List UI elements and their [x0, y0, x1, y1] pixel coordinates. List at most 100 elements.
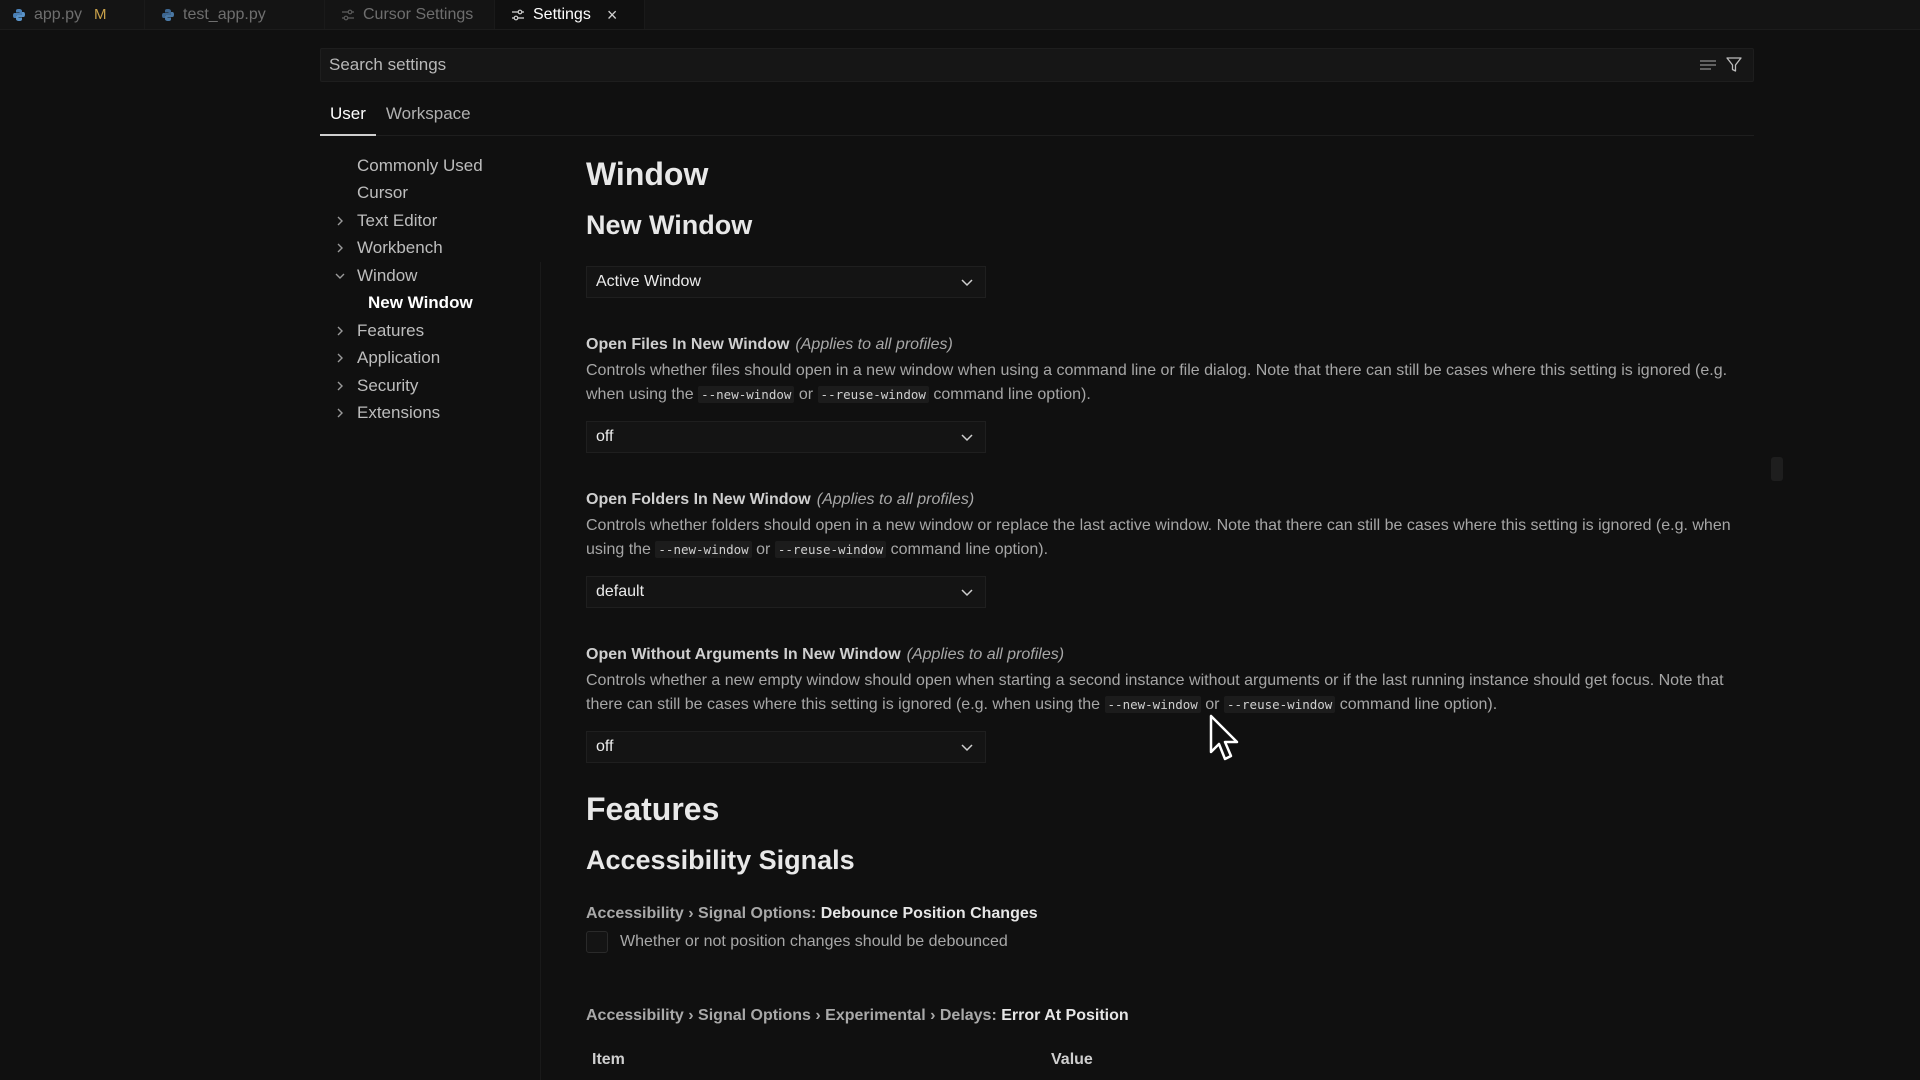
toc-item-cursor[interactable]: Cursor — [330, 180, 540, 208]
setting-title-text: Open Without Arguments In New Window — [586, 646, 901, 663]
open-files-select[interactable]: off — [586, 421, 986, 453]
toc-item-commonly-used[interactable]: Commonly Used — [330, 152, 540, 180]
toc-label: Features — [357, 320, 425, 340]
settings-scope-tabs: User Workspace — [320, 100, 1754, 136]
settings-sliders-icon — [511, 8, 525, 22]
active-window-select[interactable]: Active Window — [586, 266, 986, 298]
checkbox-label: Whether or not position changes should b… — [620, 933, 1008, 950]
chevron-down-icon — [330, 271, 350, 281]
filter-icon[interactable] — [1723, 54, 1745, 76]
toc-item-extensions[interactable]: Extensions — [330, 400, 540, 428]
setting-title: Open Files In New Window (Applies to all … — [586, 336, 1756, 354]
setting-error-at-position-delay: Accessibility › Signal Options › Experim… — [586, 1007, 1756, 1069]
chevron-right-icon — [330, 352, 350, 364]
setting-breadcrumb: Accessibility › Signal Options › Experim… — [586, 1007, 1756, 1025]
tab-label: test_app.py — [183, 5, 266, 23]
setting-title: Open Folders In New Window (Applies to al… — [586, 491, 1756, 509]
desc-text: command line option). — [933, 386, 1091, 403]
crumb-leaf: Error At Position — [1001, 1007, 1129, 1024]
python-icon — [12, 8, 26, 22]
settings-toc: Commonly Used Cursor Text Editor Workben… — [330, 152, 540, 427]
chevron-right-icon — [330, 407, 350, 419]
tab-label: app.py — [34, 5, 83, 23]
modified-badge: M — [94, 6, 107, 23]
table-header: Item Value — [586, 1051, 1756, 1069]
tab-settings[interactable]: Settings × — [495, 0, 645, 29]
crumb-path: Accessibility › Signal Options: — [586, 905, 817, 922]
tab-workspace[interactable]: Workspace — [376, 100, 481, 136]
setting-open-without-arguments: Open Without Arguments In New Window (App… — [586, 646, 1756, 763]
chevron-down-icon — [959, 274, 975, 290]
chevron-down-icon — [959, 739, 975, 755]
code-new-window: --new-window — [655, 541, 752, 558]
toc-label: Window — [357, 265, 418, 285]
python-icon — [161, 8, 175, 22]
settings-content: Window New Window Active Window Open Fil… — [586, 150, 1756, 1069]
setting-description: Controls whether folders should open in … — [586, 514, 1746, 562]
desc-or: or — [756, 541, 771, 558]
chevron-right-icon — [330, 325, 350, 337]
column-header-item: Item — [592, 1051, 625, 1068]
chevron-right-icon — [330, 242, 350, 254]
desc-text: command line option). — [1339, 696, 1498, 713]
chevron-right-icon — [330, 215, 350, 227]
toc-item-security[interactable]: Security — [330, 372, 540, 400]
toc-divider — [540, 262, 541, 1080]
setting-description: Controls whether files should open in a … — [586, 359, 1746, 407]
setting-title-text: Open Files In New Window — [586, 336, 790, 353]
open-folders-select[interactable]: default — [586, 576, 986, 608]
checkbox-row: Whether or not position changes should b… — [586, 931, 1756, 953]
tab-user[interactable]: User — [320, 100, 376, 136]
close-icon[interactable]: × — [607, 6, 618, 24]
section-heading-features: Features — [586, 791, 720, 827]
crumb-leaf: Debounce Position Changes — [820, 905, 1038, 922]
mouse-pointer-icon — [1208, 714, 1244, 764]
toc-item-new-window[interactable]: New Window — [330, 290, 540, 318]
search-input[interactable] — [329, 55, 1693, 75]
toc-item-text-editor[interactable]: Text Editor — [330, 207, 540, 235]
toc-label: Commonly Used — [357, 155, 483, 175]
code-new-window: --new-window — [698, 386, 795, 403]
toc-item-workbench[interactable]: Workbench — [330, 235, 540, 263]
debounce-checkbox[interactable] — [586, 931, 608, 953]
select-value: off — [596, 738, 614, 755]
setting-open-files-in-new-window: Open Files In New Window (Applies to all … — [586, 336, 1756, 453]
desc-or: or — [798, 386, 814, 403]
select-value: off — [596, 428, 614, 445]
toc-label: New Window — [368, 293, 473, 313]
clear-filter-icon[interactable] — [1697, 54, 1719, 76]
toc-label: Extensions — [357, 403, 441, 423]
setting-description: Controls whether a new empty window shou… — [586, 669, 1746, 717]
section-heading-window: Window — [586, 156, 709, 192]
scrollbar-thumb[interactable] — [1771, 457, 1783, 481]
tab-cursor-settings[interactable]: Cursor Settings — [325, 0, 495, 29]
tab-label: Settings — [533, 5, 591, 23]
settings-sliders-icon — [341, 8, 355, 22]
chevron-right-icon — [330, 380, 350, 392]
chevron-down-icon — [959, 429, 975, 445]
subsection-heading-accessibility-signals: Accessibility Signals — [586, 845, 855, 875]
editor-tab-bar: app.py M test_app.py Cursor Settings Set… — [0, 0, 1920, 30]
setting-debounce-position-changes: Accessibility › Signal Options: Debounce… — [586, 905, 1756, 953]
toc-item-application[interactable]: Application — [330, 345, 540, 373]
toc-label: Cursor — [357, 183, 409, 203]
code-reuse-window: --reuse-window — [817, 386, 929, 403]
desc-text: command line option). — [890, 541, 1049, 558]
toc-item-window[interactable]: Window — [330, 262, 540, 290]
tab-test-app-py[interactable]: test_app.py — [145, 0, 325, 29]
toc-label: Security — [357, 375, 419, 395]
setting-title: Open Without Arguments In New Window (App… — [586, 646, 1756, 664]
setting-breadcrumb: Accessibility › Signal Options: Debounce… — [586, 905, 1756, 923]
chevron-down-icon — [959, 584, 975, 600]
profiles-note: (Applies to all profiles) — [906, 646, 1065, 663]
toc-item-features[interactable]: Features — [330, 317, 540, 345]
subsection-heading-new-window: New Window — [586, 210, 753, 240]
code-reuse-window: --reuse-window — [774, 541, 887, 558]
tab-app-py[interactable]: app.py M — [0, 0, 145, 29]
select-value: default — [596, 583, 645, 600]
setting-title-text: Open Folders In New Window — [586, 491, 811, 508]
code-reuse-window: --reuse-window — [1223, 696, 1336, 713]
tab-label: Cursor Settings — [363, 5, 474, 23]
open-without-arguments-select[interactable]: off — [586, 731, 986, 763]
code-new-window: --new-window — [1104, 696, 1201, 713]
